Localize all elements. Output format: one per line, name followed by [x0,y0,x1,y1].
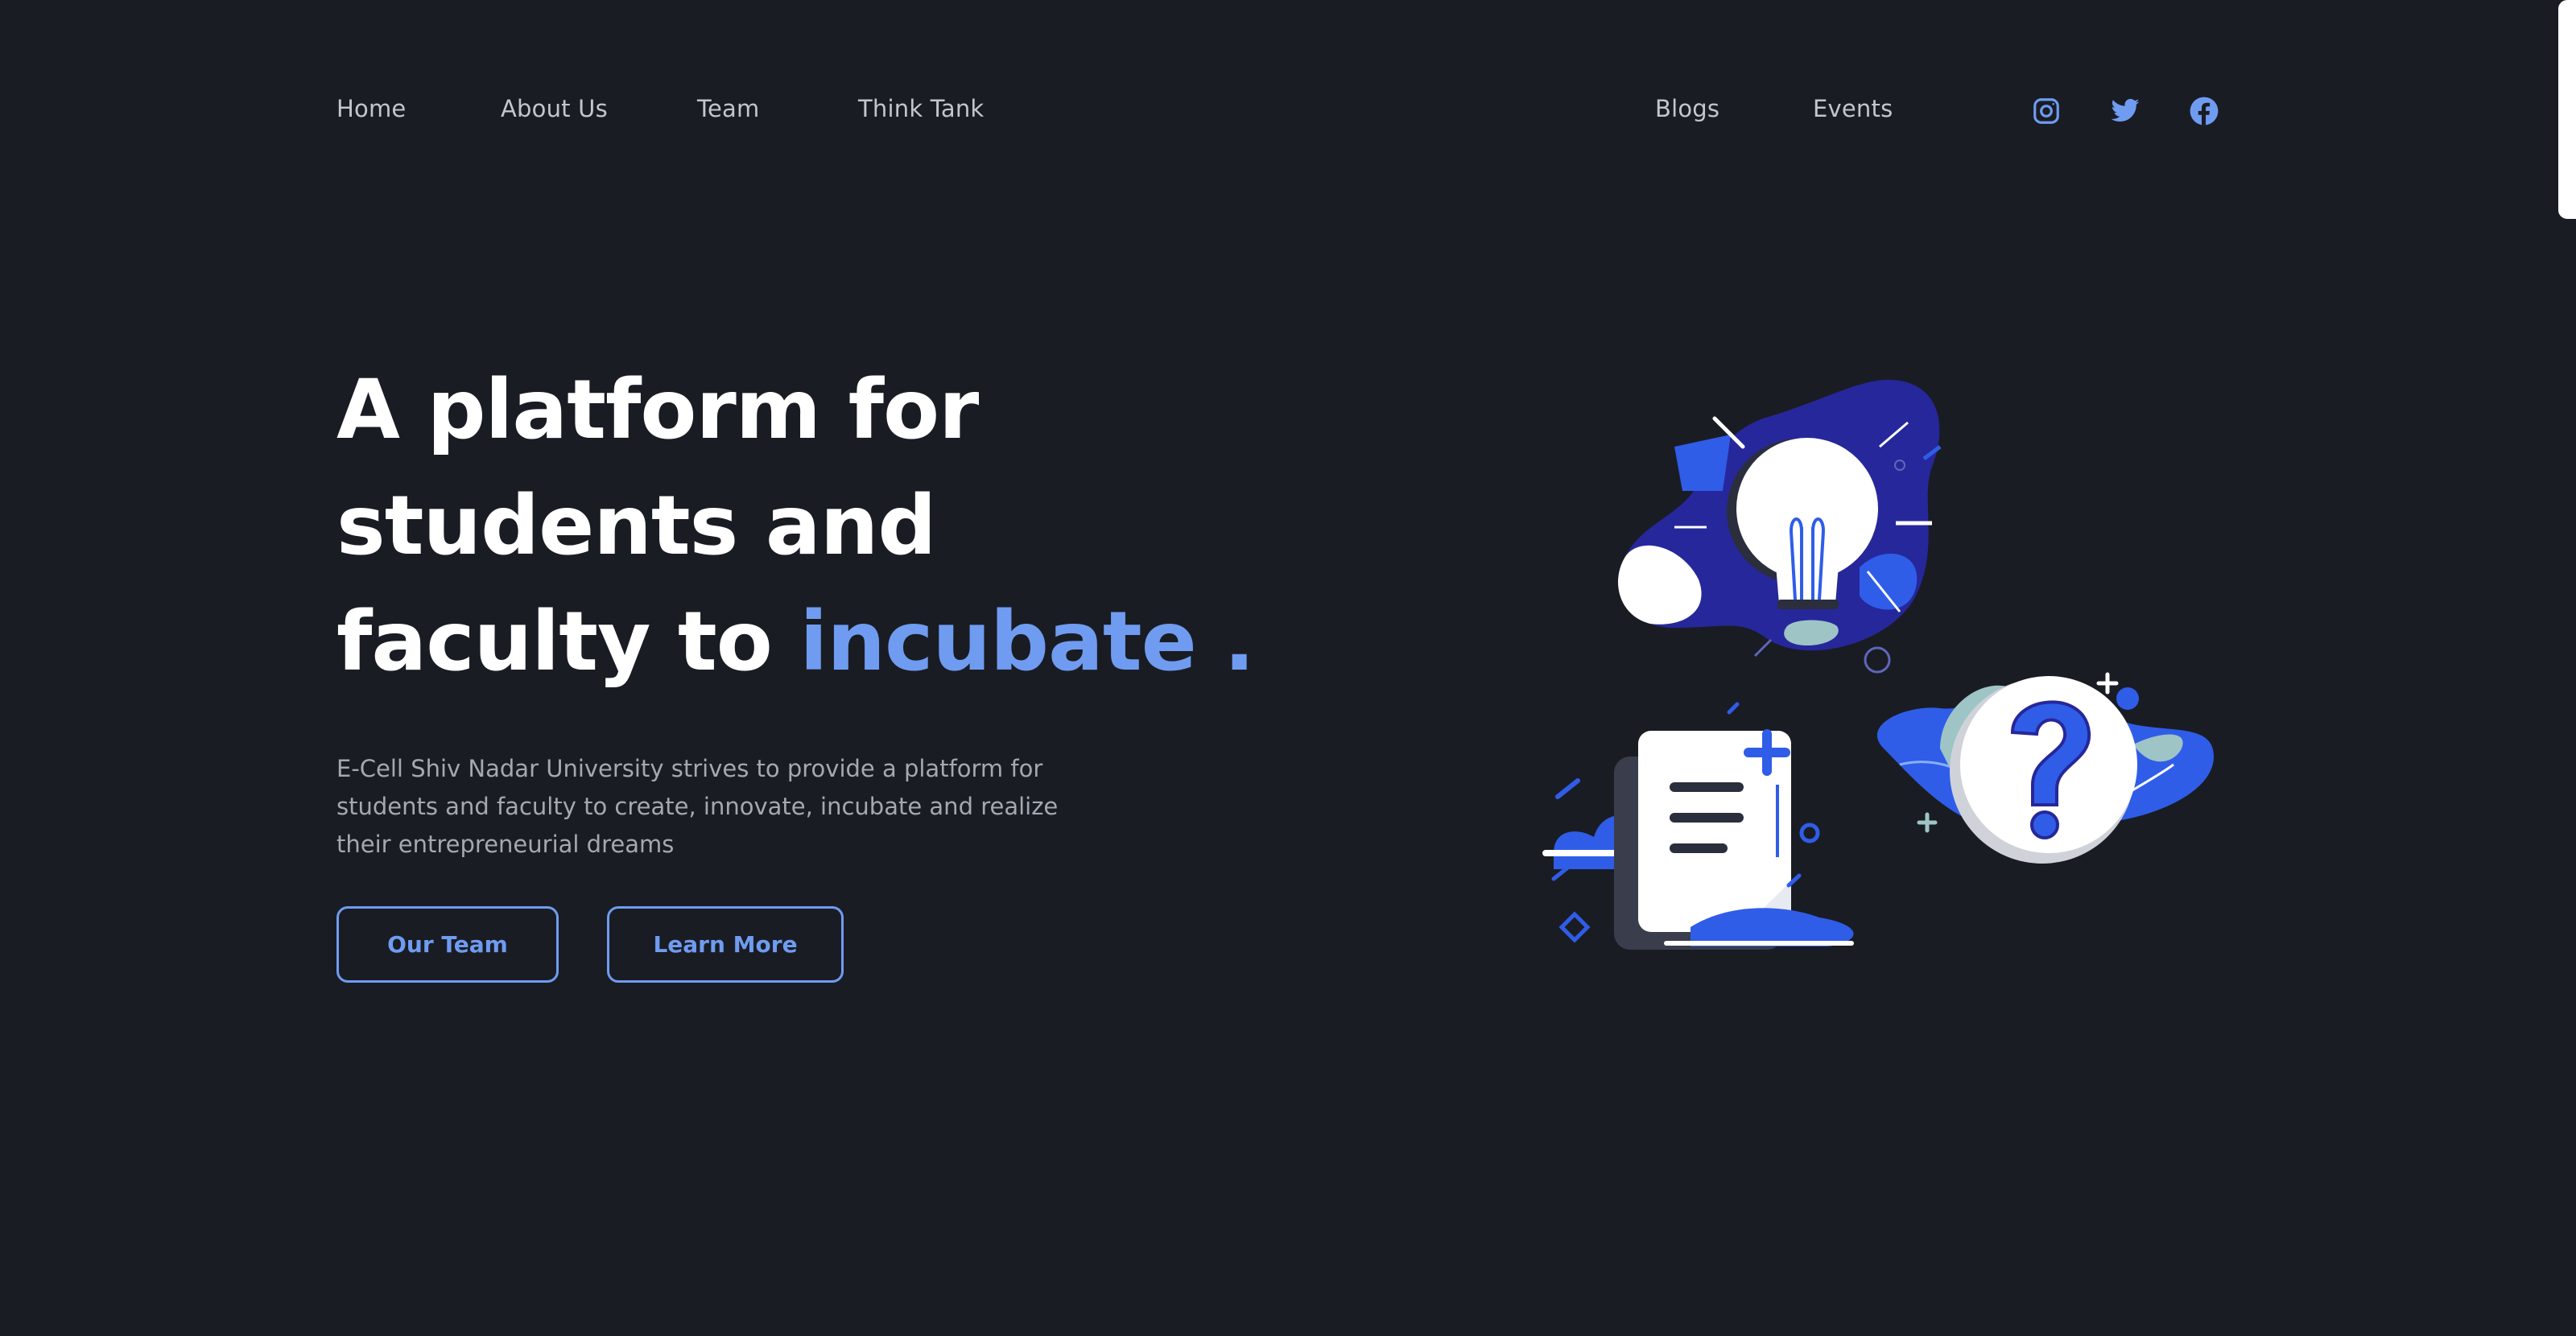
nav-blogs-link[interactable]: Blogs [1655,95,1719,122]
nav-think-tank-link[interactable]: Think Tank [858,95,984,122]
hero-description: E-Cell Shiv Nadar University strives to … [336,755,1059,858]
nav-about-us-link[interactable]: About Us [501,95,608,122]
landing-page: Home About Us Team Think Tank Blogs Even… [0,0,2576,1336]
nav-team-link[interactable]: Team [697,95,759,122]
headline-accent-word: incubate . [799,594,1255,690]
hero-illustration [1542,379,2214,950]
lightbulb-icon [1618,379,1942,674]
headline-line-1: A platform for [336,362,979,458]
document-icon [1542,702,1854,950]
scrollbar-thumb[interactable] [2558,0,2576,219]
headline-line-2: students and [336,478,936,574]
headline-line-3: faculty to incubate . [336,584,1255,700]
nav-home-link[interactable]: Home [336,95,406,122]
question-mark-icon [1876,672,2214,864]
hero-headline: A platform for students and faculty to i… [336,353,1255,700]
learn-more-button[interactable]: Learn More [607,906,844,983]
our-team-button[interactable]: Our Team [336,906,559,983]
twitter-icon[interactable] [2109,95,2141,127]
instagram-icon[interactable] [2030,95,2062,127]
facebook-icon[interactable] [2188,95,2220,127]
nav-events-link[interactable]: Events [1813,95,1893,122]
headline-line-3-prefix: faculty to [336,594,773,690]
